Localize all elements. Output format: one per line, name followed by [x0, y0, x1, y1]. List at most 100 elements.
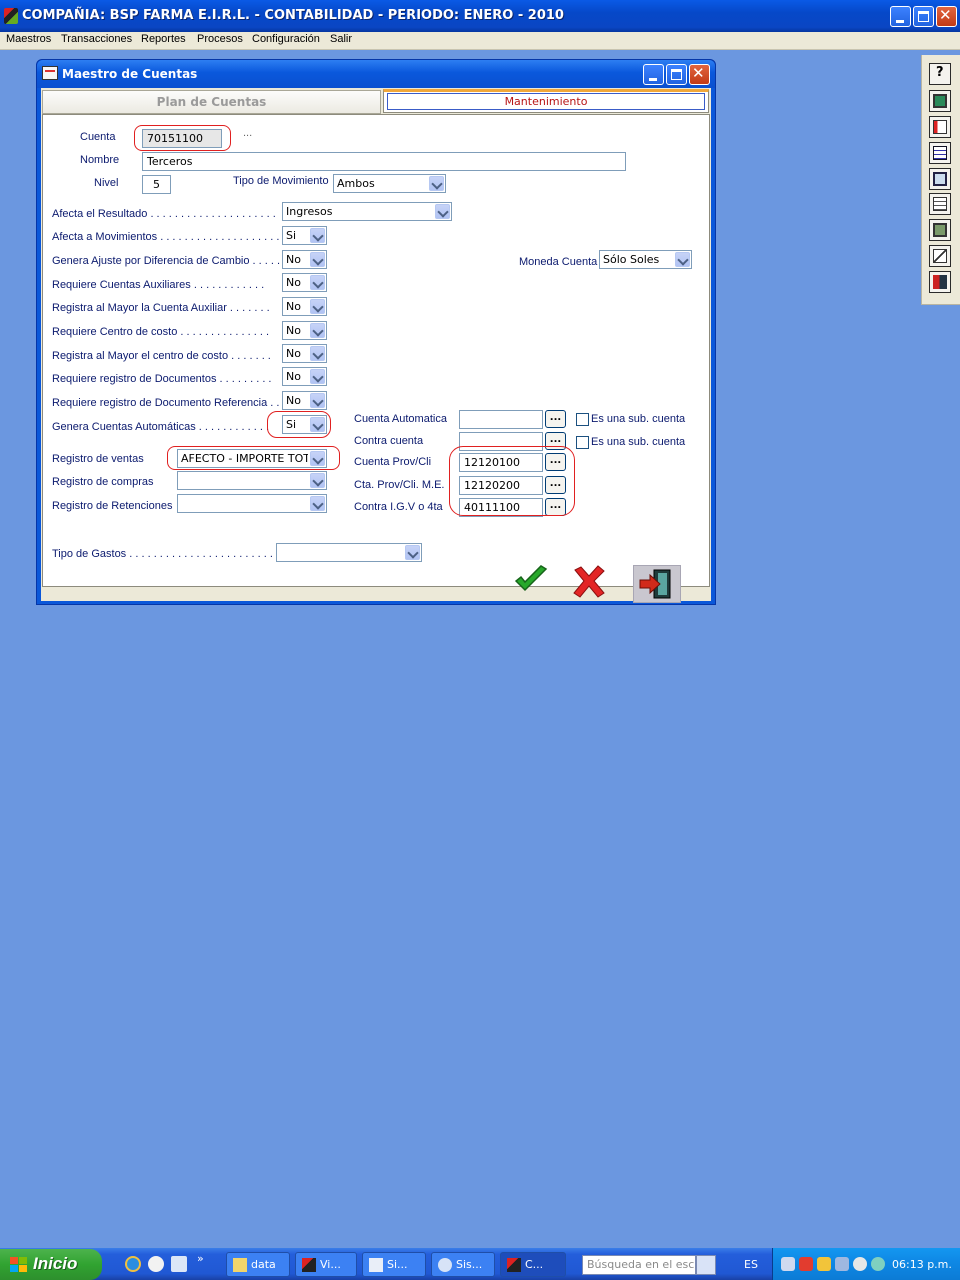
red-x-icon — [573, 565, 605, 598]
chevron-down-icon — [310, 323, 325, 338]
tab-plan-de-cuentas[interactable]: Plan de Cuentas — [42, 90, 381, 114]
subcuenta-label: Es una sub. cuenta — [591, 413, 686, 425]
menu-salir[interactable]: Salir — [330, 33, 352, 45]
afecta-resultado-label: Afecta el Resultado . . . . . . . . . . … — [52, 208, 276, 220]
maestro-cuentas-window: Maestro de Cuentas ✕ Plan de Cuentas Man… — [36, 59, 716, 605]
nombre-field[interactable]: Terceros — [142, 152, 626, 171]
network-icon[interactable] — [781, 1257, 795, 1271]
chevron-down-icon — [310, 393, 325, 408]
task-c-label: C... — [525, 1258, 544, 1271]
tipo-gastos-label: Tipo de Gastos . . . . . . . . . . . . .… — [52, 548, 286, 560]
menu-reportes[interactable]: Reportes — [141, 33, 186, 45]
registro-retenciones-select[interactable] — [177, 494, 327, 513]
registra-mayor-cc-value: No — [286, 347, 301, 360]
genera-automaticas-label: Genera Cuentas Automáticas . . . . . . .… — [52, 421, 270, 433]
requiere-centro-costo-select[interactable]: No — [282, 321, 327, 340]
menu-procesos[interactable]: Procesos — [197, 33, 243, 45]
cuenta-automatica-field[interactable] — [459, 410, 543, 429]
sound-icon[interactable] — [853, 1257, 867, 1271]
accept-button[interactable] — [513, 564, 549, 596]
nombre-label: Nombre — [80, 154, 120, 166]
afecta-movimientos-value: Si — [286, 229, 297, 242]
quicklaunch-more-icon[interactable]: » — [197, 1252, 204, 1265]
search-icon[interactable] — [696, 1255, 716, 1275]
minimize-button[interactable] — [890, 6, 911, 27]
security-icon[interactable] — [799, 1257, 813, 1271]
cuenta-automatica-label: Cuenta Automatica — [354, 413, 447, 425]
cuenta-lookup[interactable]: ... — [243, 127, 252, 139]
chevron-down-icon — [310, 496, 325, 511]
requiere-doc-referencia-select[interactable]: No — [282, 391, 327, 410]
window-icon — [42, 66, 58, 80]
genera-ajuste-value: No — [286, 253, 301, 266]
chevron-down-icon — [405, 545, 420, 560]
menu-configuracion[interactable]: Configuración — [252, 33, 320, 45]
internet-explorer-icon[interactable] — [125, 1256, 141, 1272]
chevron-down-icon — [310, 346, 325, 361]
close-button[interactable]: ✕ — [936, 6, 957, 27]
window-close-button[interactable]: ✕ — [689, 64, 710, 85]
window-body: Plan de Cuentas Mantenimiento Cuenta 701… — [41, 88, 711, 603]
calculator-icon[interactable] — [929, 219, 951, 241]
shield-icon[interactable] — [817, 1257, 831, 1271]
media-player-icon[interactable] — [148, 1256, 164, 1272]
update-icon[interactable] — [871, 1257, 885, 1271]
document-icon — [369, 1258, 383, 1272]
grid-icon[interactable] — [929, 142, 951, 164]
menu-transacciones[interactable]: Transacciones — [61, 33, 132, 45]
edit-icon[interactable] — [929, 193, 951, 215]
task-sis[interactable]: Sis... — [431, 1252, 495, 1277]
chart-icon[interactable] — [929, 245, 951, 267]
windows-icon[interactable] — [929, 168, 951, 190]
monitor-icon[interactable] — [929, 90, 951, 112]
exit-button[interactable] — [633, 565, 681, 603]
quicklaunch-icon[interactable] — [171, 1256, 187, 1272]
tipo-movimiento-select[interactable]: Ambos — [333, 174, 446, 193]
registro-compras-select[interactable] — [177, 471, 327, 490]
app-icon — [302, 1258, 316, 1272]
moneda-cuenta-label: Moneda Cuenta — [519, 256, 598, 268]
task-vi-label: Vi... — [320, 1258, 341, 1271]
task-c[interactable]: C... — [500, 1252, 566, 1277]
registra-mayor-cc-label: Registra al Mayor el centro de costo . .… — [52, 350, 271, 362]
contra-cuenta-label: Contra cuenta — [354, 435, 424, 447]
window-minimize-button[interactable] — [643, 64, 664, 85]
requiere-auxiliares-select[interactable]: No — [282, 273, 327, 292]
window-maximize-button[interactable] — [666, 64, 687, 85]
task-vi[interactable]: Vi... — [295, 1252, 357, 1277]
task-si[interactable]: Si... — [362, 1252, 426, 1277]
nivel-field[interactable]: 5 — [142, 175, 171, 194]
cancel-button[interactable] — [571, 564, 607, 600]
genera-ajuste-select[interactable]: No — [282, 250, 327, 269]
moneda-cuenta-select[interactable]: Sólo Soles — [599, 250, 692, 269]
tipo-movimiento-value: Ambos — [337, 177, 375, 190]
task-data-label: data — [251, 1258, 276, 1271]
registra-mayor-cc-select[interactable]: No — [282, 344, 327, 363]
language-indicator[interactable]: ES — [744, 1258, 758, 1271]
subcuenta2-checkbox[interactable] — [576, 436, 589, 449]
cuenta-automatica-lookup-button[interactable]: ... — [545, 410, 566, 428]
menu-maestros[interactable]: Maestros — [6, 33, 51, 45]
maximize-button[interactable] — [913, 6, 934, 27]
exit-door-icon[interactable] — [929, 271, 951, 293]
help-icon[interactable]: ? — [929, 63, 951, 85]
requiere-documentos-select[interactable]: No — [282, 367, 327, 386]
subcuenta-checkbox[interactable] — [576, 413, 589, 426]
start-button[interactable]: Inicio — [0, 1249, 102, 1280]
task-data[interactable]: data — [226, 1252, 290, 1277]
task-si-label: Si... — [387, 1258, 408, 1271]
desktop-search-input[interactable]: Búsqueda en el escritorio — [582, 1255, 696, 1275]
tab-mantenimiento-label: Mantenimiento — [387, 93, 705, 110]
computer-icon[interactable] — [835, 1257, 849, 1271]
requiere-auxiliares-value: No — [286, 276, 301, 289]
menu-bar: Maestros Transacciones Reportes Procesos… — [0, 32, 960, 50]
tab-mantenimiento[interactable]: Mantenimiento — [383, 89, 709, 113]
afecta-movimientos-select[interactable]: Si — [282, 226, 327, 245]
requiere-documentos-label: Requiere registro de Documentos . . . . … — [52, 373, 272, 385]
registra-mayor-auxiliar-select[interactable]: No — [282, 297, 327, 316]
app-icon — [507, 1258, 521, 1272]
tipo-gastos-select[interactable] — [276, 543, 422, 562]
afecta-resultado-select[interactable]: Ingresos — [282, 202, 452, 221]
table-add-icon[interactable] — [929, 116, 951, 138]
registro-ventas-highlight — [167, 446, 340, 470]
